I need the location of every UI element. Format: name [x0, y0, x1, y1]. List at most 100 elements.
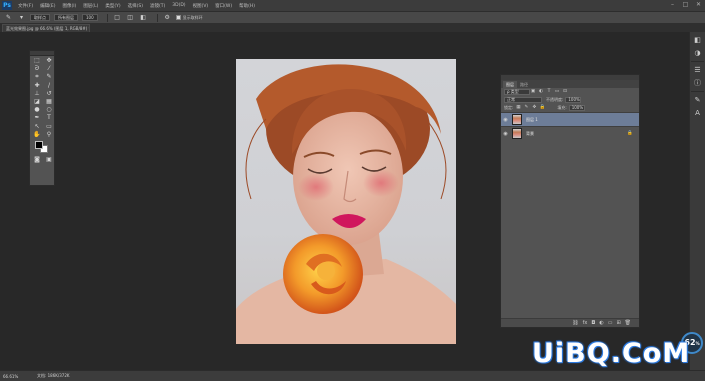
move-tool-icon[interactable]: ✥: [43, 57, 55, 65]
color-swatches: [30, 139, 54, 155]
smart-object-filter-icon[interactable]: ⊡: [562, 89, 568, 95]
show-ring-label: 显示取样环: [182, 14, 203, 20]
color-panel-icon[interactable]: ◧: [692, 35, 704, 45]
menu-file[interactable]: 文件(F): [18, 3, 33, 9]
close-icon[interactable]: ✕: [695, 1, 702, 9]
mask-icon[interactable]: ◘: [591, 320, 595, 326]
folder-icon[interactable]: ▭: [608, 320, 613, 326]
menu-filter[interactable]: 滤镜(T): [150, 3, 165, 9]
document-size: 文档: 186K/372K: [37, 373, 70, 378]
zoom-tool-icon[interactable]: ⚲: [43, 131, 55, 139]
lock-all-icon[interactable]: 🔒: [539, 105, 546, 111]
layer-name[interactable]: 背景: [526, 131, 534, 137]
add-selection-icon[interactable]: ◫: [126, 14, 135, 22]
tab-paths[interactable]: 路径: [517, 81, 531, 88]
foreground-color-swatch[interactable]: [35, 140, 43, 149]
chevron-down-icon[interactable]: ▾: [17, 14, 26, 22]
healing-brush-icon[interactable]: ✚: [31, 82, 43, 90]
layer-kind-filter[interactable]: ρ 类型: [504, 89, 530, 95]
layer-row-layer1[interactable]: ◉ 图层 1: [501, 112, 639, 126]
type-filter-icon[interactable]: T: [546, 89, 552, 95]
trash-icon[interactable]: 🗑: [625, 320, 631, 326]
document-canvas[interactable]: [236, 59, 456, 344]
brush-size-field[interactable]: 100: [82, 14, 98, 21]
marquee-tool-icon[interactable]: ⬚: [31, 57, 43, 65]
lock-icon: 🔒: [627, 131, 633, 136]
menu-view[interactable]: 视图(V): [193, 3, 209, 9]
eraser-tool-icon[interactable]: ◪: [31, 98, 43, 106]
minimize-icon[interactable]: –: [669, 1, 676, 9]
crop-tool-icon[interactable]: ⌗: [31, 73, 43, 81]
window-controls: – □ ✕: [669, 1, 702, 9]
divider: [691, 91, 704, 92]
adjustments-panel-icon[interactable]: ◑: [692, 48, 704, 58]
eyedropper-tool-icon[interactable]: ✎: [43, 73, 55, 81]
menu-3d[interactable]: 3D(D): [172, 3, 185, 8]
new-selection-icon[interactable]: □: [113, 14, 122, 22]
link-icon[interactable]: ⛓: [572, 320, 578, 326]
fx-icon[interactable]: fx: [583, 320, 588, 326]
zoom-level[interactable]: 66.61%: [3, 374, 37, 379]
layer-thumbnail: [512, 114, 522, 125]
eyedropper-tool-icon[interactable]: ✎: [4, 14, 13, 22]
image-filter-icon[interactable]: ▣: [530, 89, 536, 95]
blend-mode-select[interactable]: 正常: [504, 97, 542, 103]
gradient-tool-icon[interactable]: ▦: [43, 98, 55, 106]
lock-pixels-icon[interactable]: ▦: [515, 105, 521, 111]
layers-panel-footer: ⛓ fx ◘ ◐ ▭ ⊞ 🗑: [501, 318, 639, 327]
maximize-icon[interactable]: □: [682, 1, 689, 9]
menu-edit[interactable]: 编辑(E): [40, 3, 55, 9]
subtract-selection-icon[interactable]: ◧: [139, 14, 148, 22]
quick-mask-icon[interactable]: ◙: [31, 156, 43, 164]
status-bar: 66.61% 文档: 186K/372K: [0, 370, 705, 381]
shape-filter-icon[interactable]: ▭: [554, 89, 560, 95]
portrait-photo: [236, 64, 456, 344]
menu-select[interactable]: 选择(S): [128, 3, 143, 9]
dodge-tool-icon[interactable]: ○: [43, 106, 55, 114]
menu-type[interactable]: 类型(Y): [105, 3, 120, 9]
lock-paint-icon[interactable]: ✎: [523, 105, 529, 111]
show-ring-checkbox[interactable]: [175, 15, 181, 20]
document-tab[interactable]: 蓝光效果图.jpg @ 66.6% (图层 1, RGB/8#) *: [2, 24, 90, 32]
layer-row-background[interactable]: ◉ 背景 🔒: [501, 126, 639, 140]
settings-icon[interactable]: ⚙: [163, 14, 172, 22]
layer-name[interactable]: 图层 1: [526, 117, 538, 123]
shape-tool-icon[interactable]: ▭: [43, 123, 55, 131]
lock-position-icon[interactable]: ✥: [531, 105, 537, 111]
opacity-field[interactable]: 100%: [565, 97, 582, 103]
quick-select-tool-icon[interactable]: ⁄: [43, 65, 55, 73]
screen-mode-icon[interactable]: ▣: [43, 156, 55, 164]
menu-layer[interactable]: 图层(L): [83, 3, 98, 9]
hand-tool-icon[interactable]: ✋: [31, 131, 43, 139]
brush-panel-icon[interactable]: ✎: [692, 95, 704, 105]
layer-filter-row: ρ 类型 ▣ ◐ T ▭ ⊡: [501, 88, 639, 96]
clone-stamp-icon[interactable]: ⊥: [31, 90, 43, 98]
fill-field[interactable]: 100%: [568, 105, 585, 111]
brush-tool-icon[interactable]: /: [43, 82, 55, 90]
properties-panel-icon[interactable]: ⓘ: [692, 78, 704, 88]
character-panel-icon[interactable]: A: [692, 108, 704, 118]
lock-label: 锁定:: [504, 105, 514, 110]
pen-tool-icon[interactable]: ✒: [31, 114, 43, 122]
new-layer-icon[interactable]: ⊞: [616, 320, 620, 326]
sample-size-select[interactable]: 取样点: [30, 14, 50, 21]
eye-icon[interactable]: ◉: [501, 131, 510, 137]
path-select-icon[interactable]: ↖: [31, 123, 43, 131]
blur-tool-icon[interactable]: ●: [31, 106, 43, 114]
menu-window[interactable]: 窗口(W): [215, 3, 232, 9]
type-tool-icon[interactable]: T: [43, 114, 55, 122]
sample-select[interactable]: 所有图层: [54, 14, 78, 21]
menu-bar: Ps 文件(F) 编辑(E) 图像(I) 图层(L) 类型(Y) 选择(S) 滤…: [0, 0, 705, 11]
eye-icon[interactable]: ◉: [501, 117, 510, 123]
blend-opacity-row: 正常 不透明度: 100%: [501, 96, 639, 104]
history-brush-icon[interactable]: ↺: [43, 90, 55, 98]
adjustment-icon[interactable]: ◐: [599, 320, 603, 326]
history-panel-icon[interactable]: ☰: [692, 65, 704, 75]
adjustment-filter-icon[interactable]: ◐: [538, 89, 544, 95]
layers-panel-tabs: 图层 路径: [501, 80, 639, 88]
lock-fill-row: 锁定: ▦ ✎ ✥ 🔒 填充: 100%: [501, 104, 639, 112]
menu-image[interactable]: 图像(I): [62, 3, 76, 9]
tab-layers[interactable]: 图层: [503, 81, 517, 88]
lasso-tool-icon[interactable]: ᘐ: [31, 65, 43, 73]
menu-help[interactable]: 帮助(H): [239, 3, 255, 9]
